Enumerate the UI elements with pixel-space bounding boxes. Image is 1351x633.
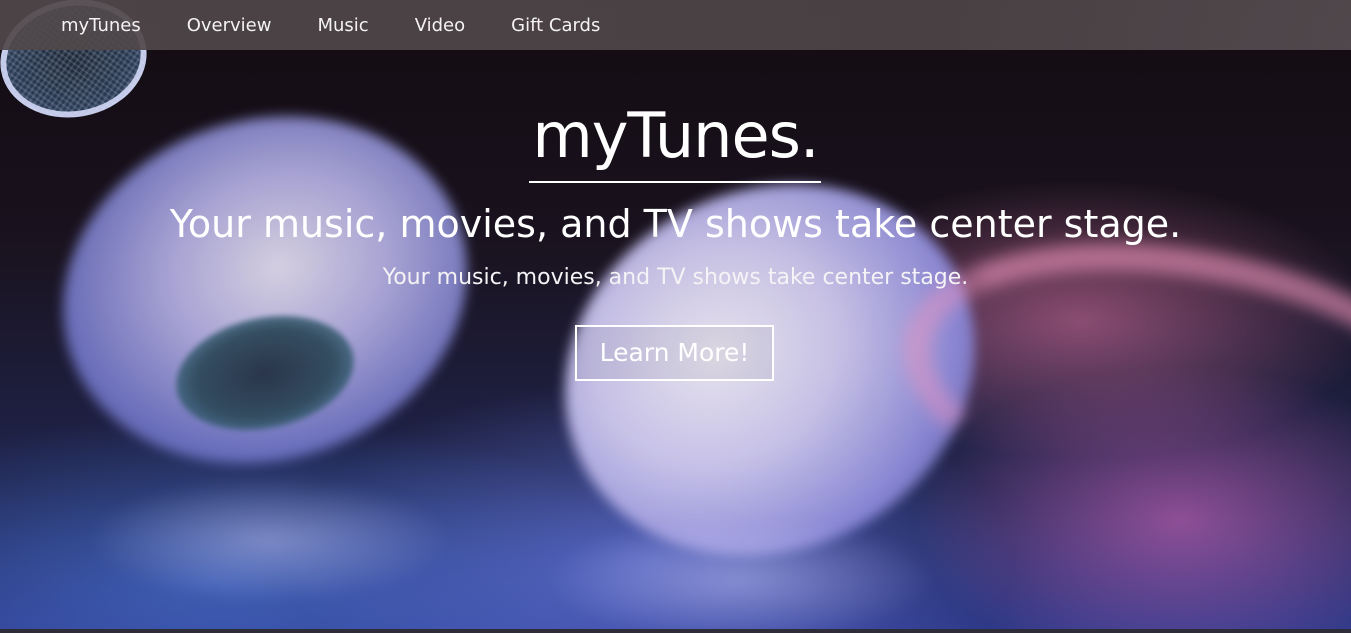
bottom-edge-strip — [0, 629, 1351, 633]
learn-more-button[interactable]: Learn More! — [575, 325, 774, 381]
hero-subheadline: Your music, movies, and TV shows take ce… — [382, 265, 969, 290]
nav-list: myTunes Overview Music Video Gift Cards — [0, 0, 1351, 50]
nav-link-overview[interactable]: Overview — [187, 15, 272, 36]
nav-link-mytunes[interactable]: myTunes — [61, 15, 141, 36]
top-navbar: myTunes Overview Music Video Gift Cards — [0, 0, 1351, 50]
hero-content: myTunes. Your music, movies, and TV show… — [0, 0, 1351, 633]
hero-headline: Your music, movies, and TV shows take ce… — [169, 202, 1182, 246]
nav-link-gift-cards[interactable]: Gift Cards — [511, 15, 600, 36]
nav-link-video[interactable]: Video — [415, 15, 465, 36]
brand-title: myTunes. — [532, 99, 819, 172]
nav-link-music[interactable]: Music — [317, 15, 368, 36]
brand-underline — [529, 181, 821, 183]
